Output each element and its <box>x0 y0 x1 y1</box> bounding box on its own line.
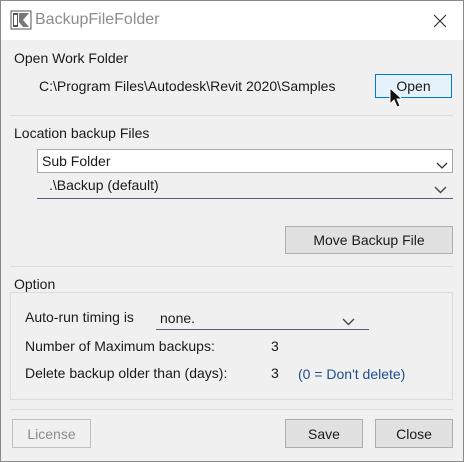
close-icon <box>433 14 447 27</box>
section-separator <box>10 115 453 116</box>
max-backups-value[interactable]: 3 <box>271 338 279 354</box>
revit-app-icon <box>10 10 32 30</box>
title-bar: BackupFileFolder <box>1 1 463 40</box>
section-separator <box>10 266 453 267</box>
auto-run-select[interactable]: none. <box>156 305 369 330</box>
backup-folder-value: .\Backup (default) <box>49 177 159 193</box>
mouse-cursor-icon <box>389 86 405 109</box>
close-button-label: Close <box>396 425 432 442</box>
section-separator <box>10 409 453 410</box>
auto-run-label: Auto-run timing is <box>25 309 134 325</box>
move-backup-file-label: Move Backup File <box>313 232 425 248</box>
delete-days-value[interactable]: 3 <box>271 365 279 381</box>
option-heading: Option <box>14 276 56 292</box>
chevron-down-icon <box>436 157 448 173</box>
location-mode-value: Sub Folder <box>42 153 111 169</box>
location-mode-select[interactable]: Sub Folder <box>37 149 453 173</box>
save-button-label: Save <box>308 425 340 442</box>
location-heading: Location backup Files <box>14 125 150 141</box>
license-button[interactable]: License <box>12 419 91 448</box>
window-title: BackupFileFolder <box>35 11 160 28</box>
open-button[interactable]: Open <box>375 74 452 98</box>
close-button[interactable]: Close <box>375 419 453 448</box>
license-button-label: License <box>27 425 76 442</box>
window-close-button[interactable] <box>417 1 463 40</box>
work-folder-heading: Open Work Folder <box>14 50 129 66</box>
delete-days-label: Delete backup older than (days): <box>25 365 228 381</box>
max-backups-label: Number of Maximum backups: <box>25 338 215 354</box>
work-folder-path: C:\Program Files\Autodesk\Revit 2020\Sam… <box>39 78 336 94</box>
chevron-down-icon <box>434 181 447 197</box>
auto-run-value: none. <box>160 310 196 326</box>
save-button[interactable]: Save <box>285 419 363 448</box>
backup-file-folder-window: BackupFileFolder Open Work Folder C:\Pro… <box>0 0 464 462</box>
backup-folder-select[interactable]: .\Backup (default) <box>37 174 453 199</box>
delete-hint: (0 = Don't delete) <box>298 366 406 382</box>
move-backup-file-button[interactable]: Move Backup File <box>285 226 453 254</box>
chevron-down-icon <box>342 313 355 329</box>
